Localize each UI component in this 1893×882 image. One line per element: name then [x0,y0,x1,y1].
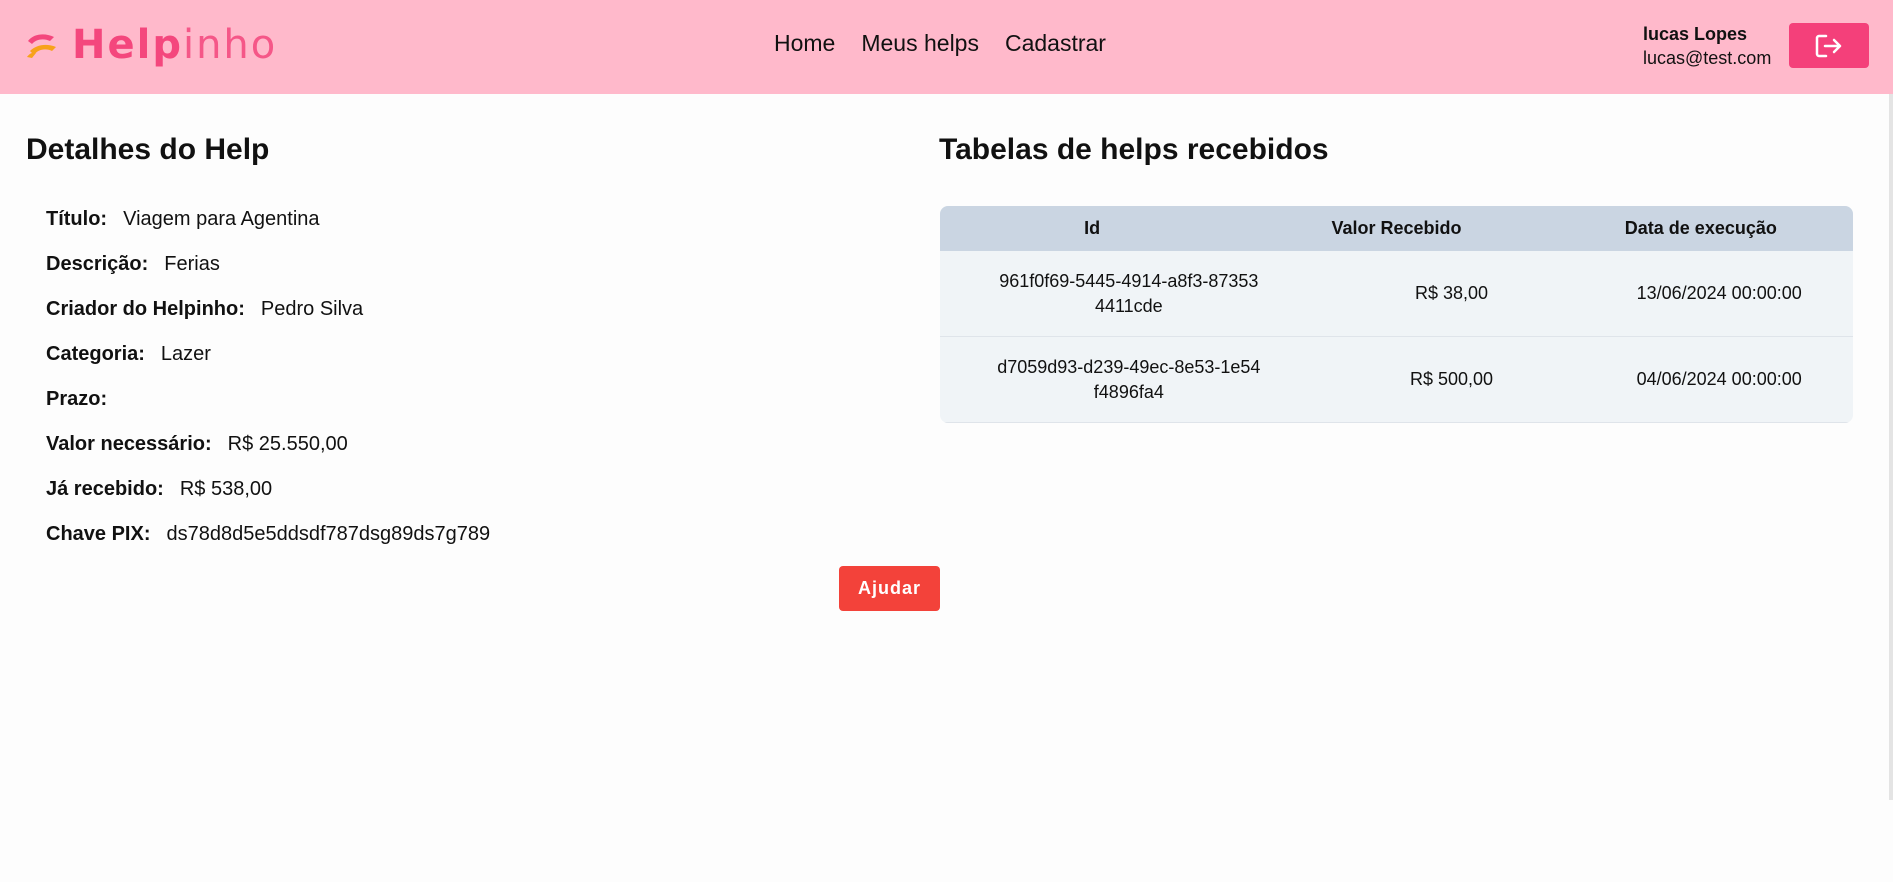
detail-ja-recebido: Já recebido: R$ 538,00 [46,478,273,500]
received-heading: Tabelas de helps recebidos [939,133,1329,166]
cell-data: 13/06/2024 00:00:00 [1636,283,1802,303]
column-header-valor: Valor Recebido [1331,218,1462,238]
detail-chave-pix: Chave PIX: ds78d8d5e5ddsdf787dsg89ds7g78… [46,523,491,545]
cell-valor: R$ 38,00 [1414,283,1489,303]
ajudar-button[interactable]: Ajudar [839,566,940,611]
cell-valor: R$ 500,00 [1409,369,1494,389]
detail-valor-necessario: Valor necessário: R$ 25.550,00 [46,433,348,455]
detail-criador: Criador do Helpinho: Pedro Silva [46,298,364,320]
column-header-id: Id [1084,218,1101,238]
received-helps-table: Id Valor Recebido Data de execução 961f0… [940,206,1853,423]
logout-icon [1815,34,1842,57]
table-header: Id Valor Recebido Data de execução [940,206,1853,251]
nav-cadastrar[interactable]: Cadastrar [1005,30,1106,57]
main-nav: Home Meus helps Cadastrar [774,30,1106,57]
table-row: d7059d93-d239-49ec-8e53-1e54f4896fa4 R$ … [940,337,1853,423]
column-header-data: Data de execução [1624,218,1777,238]
cell-id: 961f0f69-5445-4914-a8f3-873534411cde [999,270,1259,316]
nav-meus-helps[interactable]: Meus helps [861,30,979,57]
user-name: lucas Lopes [1643,24,1748,44]
user-info: lucas Lopes lucas@test.com [1643,22,1771,70]
details-heading: Detalhes do Help [26,133,270,166]
page-scrollbar[interactable] [1889,94,1893,800]
top-header: Helpinho Home Meus helps Cadastrar lucas… [0,0,1893,94]
logout-button[interactable] [1789,23,1869,68]
cell-id: d7059d93-d239-49ec-8e53-1e54f4896fa4 [997,356,1261,402]
help-details: Título: Viagem para Agentina Descrição: … [46,208,490,568]
user-email: lucas@test.com [1643,48,1772,68]
logo-text: Helpinho [72,22,278,68]
logo[interactable]: Helpinho [24,20,277,70]
detail-prazo: Prazo: [46,388,108,410]
cell-data: 04/06/2024 00:00:00 [1636,369,1802,389]
nav-home[interactable]: Home [774,30,835,57]
helping-hand-icon [27,34,56,58]
detail-titulo: Título: Viagem para Agentina [46,208,320,230]
detail-descricao: Descrição: Ferias [46,253,220,275]
detail-categoria: Categoria: Lazer [46,343,211,365]
table-row: 961f0f69-5445-4914-a8f3-873534411cde R$ … [940,251,1853,337]
